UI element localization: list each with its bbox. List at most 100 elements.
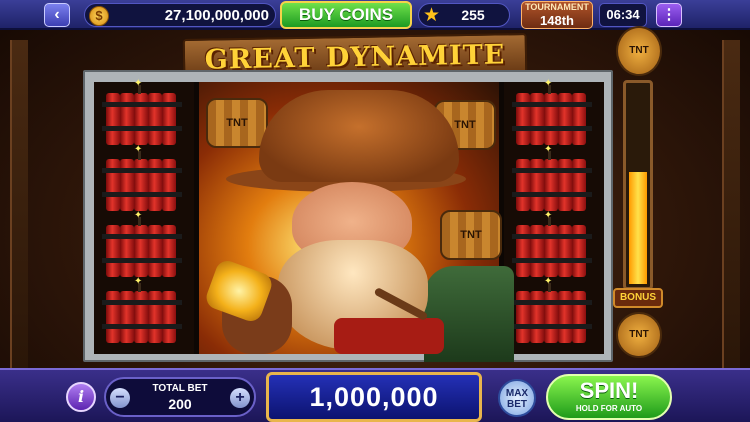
miner-scarf: [334, 318, 444, 354]
dynamite-band: [512, 102, 592, 107]
tournament-label: TOURNAMENT: [525, 2, 589, 12]
dynamite-stick: [134, 225, 148, 277]
dynamite-stick: [544, 291, 558, 343]
dynamite-stick: [544, 159, 558, 211]
reel-right: ✦ ✦ ✦ ✦: [504, 78, 604, 354]
dynamite-bundle-icon: ✦: [102, 210, 182, 280]
dynamite-stick: [162, 225, 176, 277]
dynamite-stick: [106, 159, 120, 211]
dynamite-stick: [106, 225, 120, 277]
dynamite-stick: [516, 225, 530, 277]
dynamite-stick: [516, 93, 530, 145]
dynamite-band: [512, 324, 592, 329]
miner-wild-symbol: TNT TNT TNT: [203, 90, 514, 362]
dynamite-band: [102, 126, 182, 131]
spark-icon: ✦: [544, 144, 553, 155]
mine-support-beam: [722, 40, 740, 370]
spark-icon: ✦: [134, 276, 143, 287]
coin-balance: $ 27,100,000,000: [84, 3, 276, 27]
coin-icon: $: [89, 6, 109, 26]
dynamite-stick: [148, 225, 162, 277]
dynamite-stick: [558, 93, 572, 145]
dynamite-stick: [148, 93, 162, 145]
dynamite-stick: [148, 159, 162, 211]
dynamite-stick: [530, 159, 544, 211]
spark-icon: ✦: [134, 210, 143, 221]
dynamite-stick: [120, 291, 134, 343]
dynamite-stick: [558, 291, 572, 343]
dynamite-stick: [134, 159, 148, 211]
spark-icon: ✦: [544, 210, 553, 221]
bonus-meter-tube: [623, 80, 653, 290]
dynamite-band: [102, 300, 182, 305]
win-amount-display: 1,000,000: [266, 372, 482, 422]
dynamite-band: [512, 300, 592, 305]
spark-icon: ✦: [134, 78, 143, 89]
dynamite-bundle-icon: ✦: [512, 210, 592, 280]
max-bet-button[interactable]: MAX BET: [498, 379, 536, 417]
spark-icon: ✦: [544, 276, 553, 287]
reel-left: ✦ ✦ ✦ ✦: [94, 78, 194, 354]
spin-label: SPIN!: [579, 378, 639, 403]
dynamite-stick: [120, 93, 134, 145]
tnt-barrel-icon: TNT: [616, 26, 662, 76]
dynamite-bundle-icon: ✦: [102, 144, 182, 214]
dynamite-stick: [120, 159, 134, 211]
dynamite-stick: [516, 291, 530, 343]
max-bet-label: BET: [507, 399, 527, 410]
bottom-bar: i − TOTAL BET 200 + 1,000,000 MAX BET SP…: [0, 368, 750, 422]
dynamite-stick: [530, 291, 544, 343]
dynamite-band: [512, 126, 592, 131]
tnt-barrel-icon: TNT: [206, 98, 268, 148]
back-arrow-icon: ‹: [54, 6, 60, 23]
dynamite-band: [102, 258, 182, 263]
total-bet-control: − TOTAL BET 200 +: [104, 377, 256, 417]
buy-coins-button[interactable]: BUY COINS: [280, 1, 412, 29]
dynamite-band: [102, 234, 182, 239]
dynamite-bundle-icon: ✦: [102, 78, 182, 148]
dynamite-stick: [134, 93, 148, 145]
bonus-meter-fill: [629, 171, 647, 284]
dynamite-stick: [148, 291, 162, 343]
dynamite-stick: [544, 93, 558, 145]
tournament-badge[interactable]: TOURNAMENT 148th: [521, 1, 593, 29]
dynamite-stick: [134, 291, 148, 343]
dynamite-stick: [530, 225, 544, 277]
bonus-meter: TNT BONUS TNT: [613, 26, 663, 362]
info-button[interactable]: i: [66, 382, 96, 412]
timer: 06:34: [599, 3, 647, 27]
menu-button[interactable]: ⋮: [656, 3, 682, 27]
dynamite-stick: [544, 225, 558, 277]
dynamite-band: [512, 168, 592, 173]
dynamite-stick: [516, 159, 530, 211]
dynamite-stick: [572, 291, 586, 343]
dynamite-stick: [572, 93, 586, 145]
back-button[interactable]: ‹: [44, 3, 70, 27]
tournament-rank: 148th: [540, 13, 574, 28]
spin-sublabel: HOLD FOR AUTO: [575, 404, 643, 413]
dynamite-stick: [530, 93, 544, 145]
coin-balance-value: 27,100,000,000: [164, 7, 269, 24]
bet-increase-button[interactable]: +: [230, 388, 250, 408]
dynamite-band: [512, 234, 592, 239]
star-count: 255: [461, 7, 485, 23]
dynamite-band: [102, 102, 182, 107]
dynamite-band: [102, 192, 182, 197]
tnt-barrel-icon: TNT: [616, 312, 662, 358]
dynamite-stick: [106, 291, 120, 343]
dynamite-bundle-icon: ✦: [512, 276, 592, 346]
spark-icon: ✦: [134, 144, 143, 155]
dynamite-bundle-icon: ✦: [512, 78, 592, 148]
dynamite-bundle-icon: ✦: [102, 276, 182, 346]
dynamite-stick: [558, 159, 572, 211]
dynamite-stick: [558, 225, 572, 277]
miner-hat: [259, 90, 459, 182]
dynamite-stick: [162, 159, 176, 211]
spin-button[interactable]: SPIN! HOLD FOR AUTO: [546, 374, 672, 420]
star-level[interactable]: ★ 255: [418, 3, 510, 27]
reel-window: ✦ ✦ ✦ ✦ ✦ ✦ ✦ ✦ TNT TNT TNT: [94, 78, 604, 362]
dynamite-stick: [162, 93, 176, 145]
menu-dots-icon: ⋮: [661, 6, 677, 23]
dynamite-stick: [162, 291, 176, 343]
dynamite-band: [102, 324, 182, 329]
